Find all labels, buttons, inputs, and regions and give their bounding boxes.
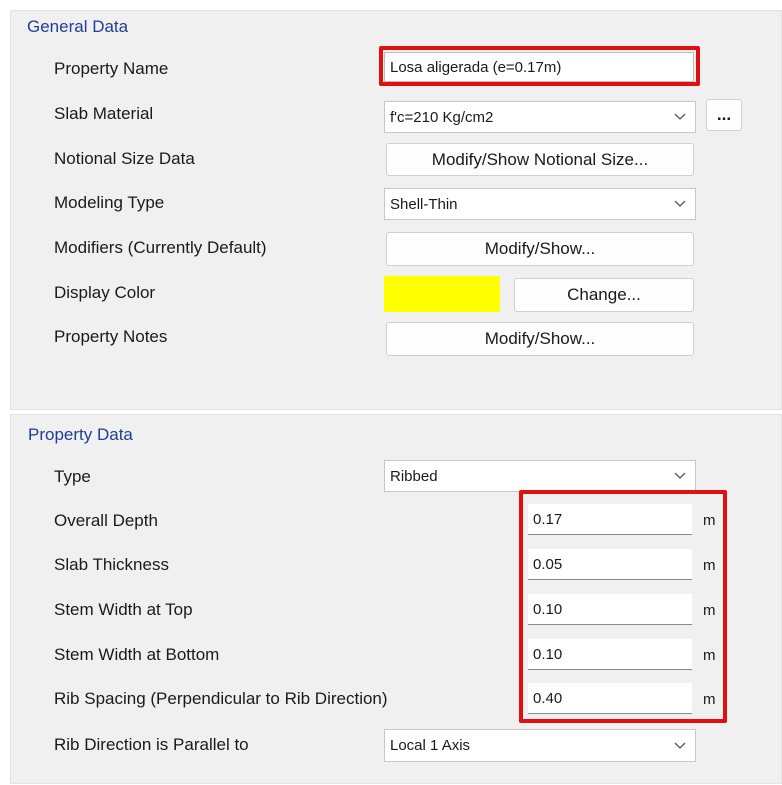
rib-direction-select[interactable]: Local 1 Axis (384, 729, 696, 762)
overall-depth-label: Overall Depth (54, 511, 158, 530)
slab-material-value: f'c=210 Kg/cm2 (390, 108, 494, 126)
change-color-button[interactable]: Change... (514, 278, 694, 312)
slab-material-browse-button[interactable]: ... (706, 99, 742, 131)
chevron-down-icon (673, 469, 687, 483)
chevron-down-icon (673, 197, 687, 211)
modifiers-button[interactable]: Modify/Show... (386, 232, 694, 266)
stem-width-top-label: Stem Width at Top (54, 600, 193, 619)
general-data-title: General Data (27, 17, 129, 36)
stem-width-bottom-label: Stem Width at Bottom (54, 645, 220, 664)
chevron-down-icon (673, 739, 687, 753)
property-name-highlight (379, 46, 700, 86)
property-notes-button[interactable]: Modify/Show... (386, 322, 694, 356)
property-name-label: Property Name (54, 59, 169, 78)
notional-size-button[interactable]: Modify/Show Notional Size... (386, 143, 694, 176)
type-label: Type (54, 467, 91, 486)
rib-direction-label: Rib Direction is Parallel to (54, 735, 249, 754)
type-value: Ribbed (390, 467, 438, 485)
chevron-down-icon (673, 110, 687, 124)
display-color-swatch[interactable] (384, 276, 500, 312)
dimensions-highlight (519, 490, 727, 723)
notional-size-label: Notional Size Data (54, 149, 195, 168)
property-data-title: Property Data (28, 425, 133, 444)
display-color-label: Display Color (54, 283, 156, 302)
rib-spacing-label: Rib Spacing (Perpendicular to Rib Direct… (54, 689, 388, 708)
modeling-type-value: Shell-Thin (390, 195, 458, 213)
modifiers-label: Modifiers (Currently Default) (54, 238, 267, 257)
modeling-type-select[interactable]: Shell-Thin (384, 188, 696, 220)
rib-direction-value: Local 1 Axis (390, 737, 471, 754)
modeling-type-label: Modeling Type (54, 193, 165, 212)
type-select[interactable]: Ribbed (384, 460, 696, 492)
slab-thickness-label: Slab Thickness (54, 555, 169, 574)
property-notes-label: Property Notes (54, 327, 168, 346)
slab-material-label: Slab Material (54, 104, 154, 123)
slab-material-select[interactable]: f'c=210 Kg/cm2 (384, 101, 696, 133)
